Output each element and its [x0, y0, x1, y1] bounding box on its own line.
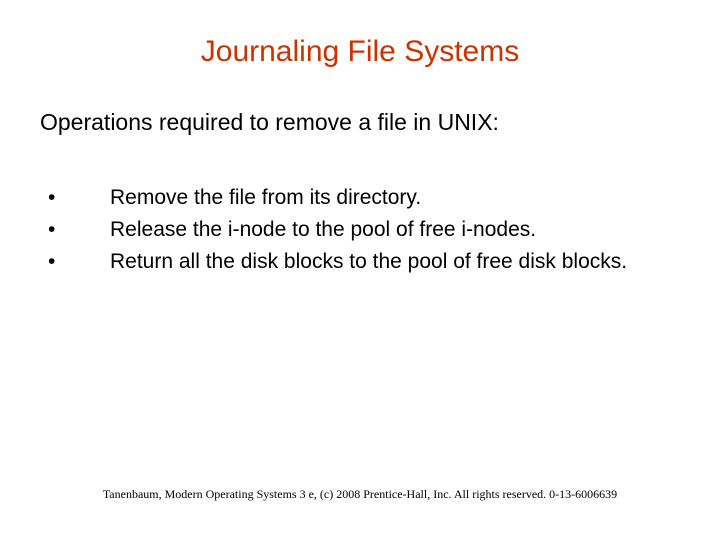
- bullet-icon: •: [40, 250, 110, 274]
- slide-subtitle: Operations required to remove a file in …: [40, 109, 680, 136]
- bullet-text: Return all the disk blocks to the pool o…: [110, 250, 680, 274]
- bullet-text: Remove the file from its directory.: [110, 186, 680, 210]
- slide-title: Journaling File Systems: [40, 35, 680, 69]
- footer-text: Tanenbaum, Modern Operating Systems 3 e,…: [0, 487, 720, 502]
- slide-container: Journaling File Systems Operations requi…: [0, 0, 720, 540]
- bullet-icon: •: [40, 186, 110, 210]
- list-item: • Remove the file from its directory.: [40, 186, 680, 210]
- list-item: • Release the i-node to the pool of free…: [40, 218, 680, 242]
- bullet-icon: •: [40, 218, 110, 242]
- bullet-text: Release the i-node to the pool of free i…: [110, 218, 680, 242]
- list-item: • Return all the disk blocks to the pool…: [40, 250, 680, 274]
- bullet-list: • Remove the file from its directory. • …: [40, 186, 680, 274]
